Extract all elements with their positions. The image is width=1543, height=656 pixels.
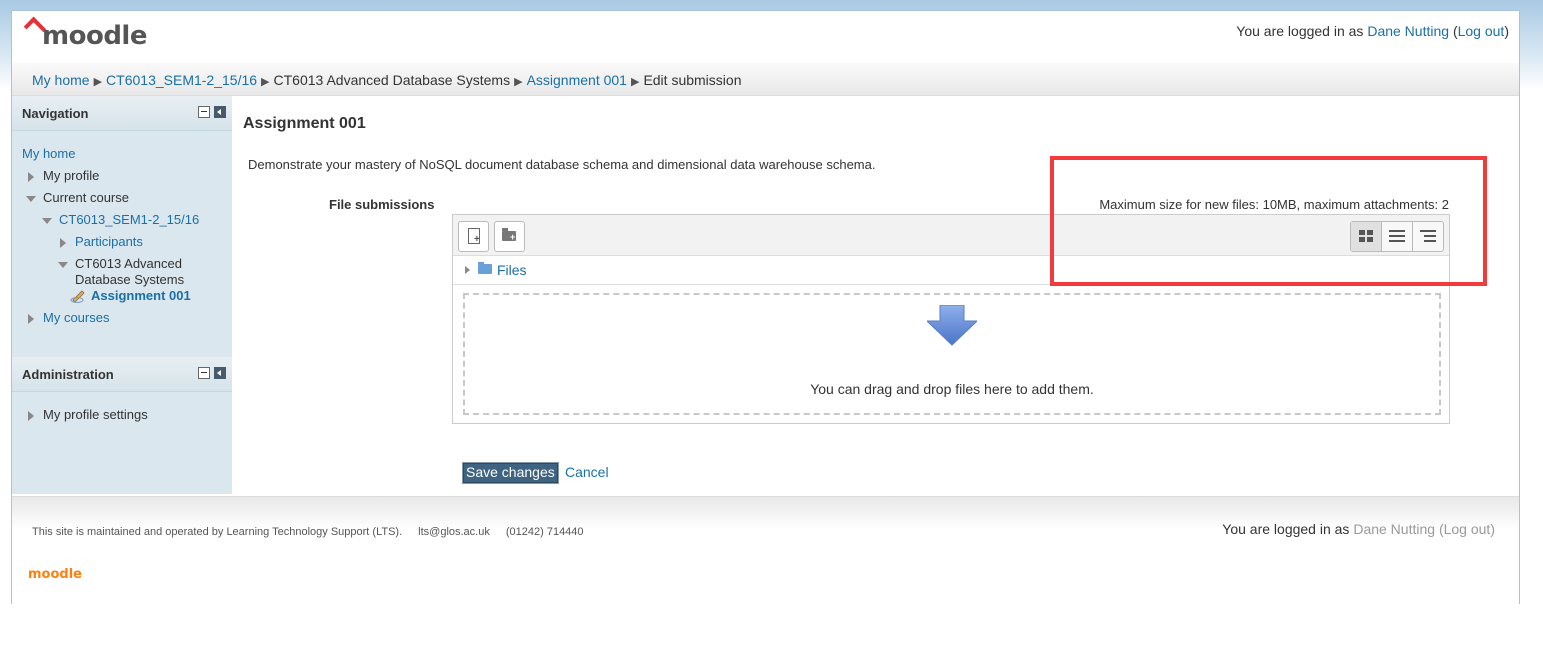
expand-arrow-icon[interactable] bbox=[28, 314, 34, 324]
expand-arrow-icon[interactable] bbox=[60, 238, 66, 248]
assignment-intro: Demonstrate your mastery of NoSQL docume… bbox=[248, 157, 876, 172]
assignment-icon bbox=[70, 287, 85, 303]
nav-item-label-line1[interactable]: CT6013 Advanced bbox=[75, 256, 182, 271]
drop-zone-text: You can drag and drop files here to add … bbox=[810, 381, 1094, 397]
nav-item-current-course[interactable]: Current course bbox=[12, 187, 232, 209]
nav-item-label[interactable]: Participants bbox=[75, 234, 143, 249]
cancel-link[interactable]: Cancel bbox=[565, 464, 609, 480]
nav-item-participants[interactable]: Participants bbox=[12, 231, 232, 253]
admin-item-label[interactable]: My profile settings bbox=[43, 407, 148, 422]
header: moodle You are logged in as Dane Nutting… bbox=[12, 11, 1519, 63]
page-container: moodle You are logged in as Dane Nutting… bbox=[11, 10, 1520, 604]
red-highlight-box bbox=[1050, 156, 1487, 286]
administration-tree: My profile settings bbox=[12, 392, 232, 426]
breadcrumb-separator-icon: ▶ bbox=[514, 76, 523, 88]
breadcrumb-course-name: CT6013 Advanced Database Systems bbox=[273, 72, 511, 88]
add-file-button[interactable] bbox=[458, 221, 489, 252]
login-info: You are logged in as Dane Nutting (Log o… bbox=[1236, 23, 1509, 39]
nav-item-label[interactable]: My profile bbox=[43, 168, 99, 183]
page-title: Assignment 001 bbox=[243, 115, 366, 132]
navigation-block-header: Navigation bbox=[12, 96, 232, 131]
logo-text: moodle bbox=[42, 21, 147, 51]
user-name-link[interactable]: Dane Nutting bbox=[1367, 23, 1449, 39]
collapse-arrow-icon[interactable] bbox=[26, 196, 36, 202]
save-changes-button[interactable]: Save changes bbox=[462, 462, 559, 484]
nav-item-my-courses[interactable]: My courses bbox=[12, 307, 232, 329]
footer-logout-link[interactable]: Log out bbox=[1444, 521, 1491, 537]
breadcrumb-separator-icon: ▶ bbox=[630, 76, 640, 88]
drop-zone[interactable]: You can drag and drop files here to add … bbox=[463, 293, 1441, 415]
dock-block-icon[interactable] bbox=[214, 367, 226, 379]
nav-item-label[interactable]: My home bbox=[22, 146, 75, 161]
footer-logged-in-prefix: You are logged in as bbox=[1222, 521, 1350, 537]
nav-item-assignment[interactable]: Assignment 001 bbox=[12, 285, 232, 307]
moodle-logo[interactable]: moodle bbox=[20, 16, 150, 57]
logout-link[interactable]: Log out bbox=[1458, 23, 1505, 39]
breadcrumb-separator-icon: ▶ bbox=[261, 76, 270, 88]
nav-item-course-code[interactable]: CT6013_SEM1-2_15/16 bbox=[12, 209, 232, 231]
download-arrow-icon bbox=[927, 305, 977, 346]
nav-item-label[interactable]: CT6013_SEM1-2_15/16 bbox=[59, 212, 199, 227]
paren-close: ) bbox=[1504, 23, 1509, 39]
footer-phone: (01242) 714440 bbox=[505, 526, 584, 538]
footer-paren-close: ) bbox=[1490, 521, 1495, 537]
footer-email: lts@glos.ac.uk bbox=[418, 526, 490, 538]
breadcrumb-assignment[interactable]: Assignment 001 bbox=[527, 72, 627, 88]
create-folder-icon bbox=[502, 228, 516, 242]
breadcrumb-course-code[interactable]: CT6013_SEM1-2_15/16 bbox=[106, 72, 257, 88]
expand-arrow-icon[interactable] bbox=[465, 266, 470, 274]
footer-info: This site is maintained and operated by … bbox=[32, 526, 600, 538]
folder-icon bbox=[478, 262, 492, 274]
sidebar: Navigation My home My profile Current co… bbox=[12, 96, 232, 494]
footer-maintained-text: This site is maintained and operated by … bbox=[32, 526, 403, 538]
admin-item-my-profile-settings[interactable]: My profile settings bbox=[12, 404, 232, 426]
create-folder-button[interactable] bbox=[494, 221, 525, 252]
breadcrumb-my-home[interactable]: My home bbox=[32, 72, 90, 88]
footer-moodle-logo[interactable]: moodle bbox=[28, 567, 82, 582]
nav-item-my-profile[interactable]: My profile bbox=[12, 165, 232, 187]
minimize-block-icon[interactable] bbox=[198, 106, 210, 118]
logged-in-prefix: You are logged in as bbox=[1236, 23, 1364, 39]
administration-block-header: Administration bbox=[12, 357, 232, 392]
nav-item-my-home[interactable]: My home bbox=[12, 143, 232, 165]
file-submissions-label: File submissions bbox=[329, 197, 435, 212]
administration-title: Administration bbox=[22, 367, 114, 382]
navigation-title: Navigation bbox=[22, 106, 89, 121]
navigation-tree: My home My profile Current course CT6013… bbox=[12, 131, 232, 335]
expand-arrow-icon[interactable] bbox=[28, 411, 34, 421]
navbar: My home ▶ CT6013_SEM1-2_15/16 ▶ CT6013 Advan… bbox=[12, 63, 1519, 96]
dock-block-icon[interactable] bbox=[214, 106, 226, 118]
add-file-icon bbox=[468, 228, 480, 245]
files-folder-link[interactable]: Files bbox=[497, 262, 527, 278]
breadcrumb-separator-icon: ▶ bbox=[93, 76, 103, 88]
minimize-block-icon[interactable] bbox=[198, 367, 210, 379]
nav-item-label[interactable]: Current course bbox=[43, 190, 129, 205]
nav-item-label[interactable]: Assignment 001 bbox=[91, 288, 191, 303]
collapse-arrow-icon[interactable] bbox=[42, 218, 52, 224]
footer-user-name-link[interactable]: Dane Nutting bbox=[1353, 521, 1435, 537]
administration-block: Administration My profile settings bbox=[12, 357, 232, 494]
navigation-block: Navigation My home My profile Current co… bbox=[12, 96, 232, 356]
expand-arrow-icon[interactable] bbox=[28, 172, 34, 182]
footer-login-info: You are logged in as Dane Nutting (Log o… bbox=[1222, 521, 1495, 537]
breadcrumb-current: Edit submission bbox=[643, 72, 742, 88]
footer: This site is maintained and operated by … bbox=[12, 496, 1519, 604]
breadcrumb: My home ▶ CT6013_SEM1-2_15/16 ▶ CT6013 Advan… bbox=[32, 72, 741, 88]
nav-item-label[interactable]: My courses bbox=[43, 310, 109, 325]
collapse-arrow-icon[interactable] bbox=[58, 262, 68, 268]
